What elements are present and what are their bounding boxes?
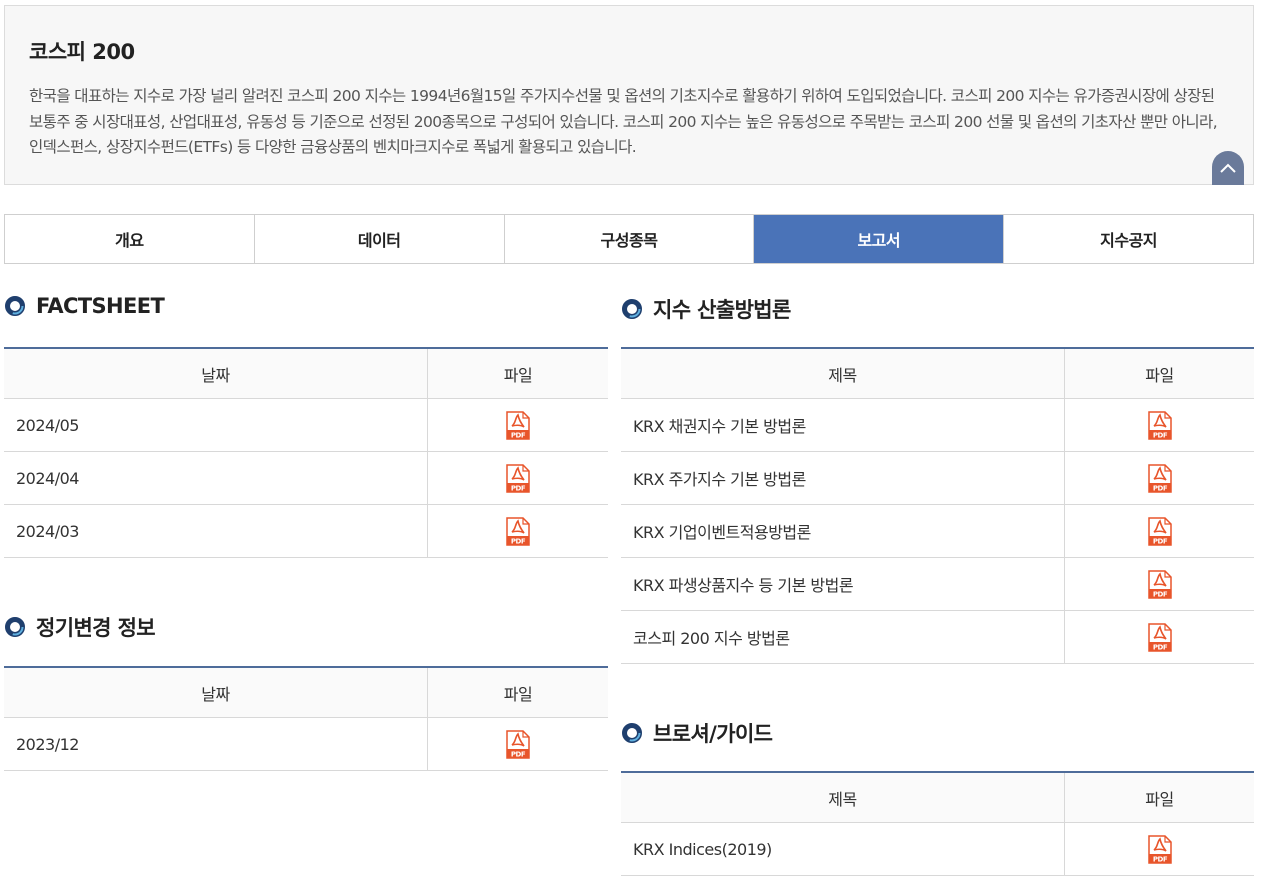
index-description: 한국을 대표하는 지수로 가장 널리 알려진 코스피 200 지수는 1994년… [29,87,1218,156]
section-title-text: 브로셔/가이드 [653,722,773,746]
table-row: KRX 주가지수 기본 방법론 PDF [621,452,1254,505]
regular-change-table: 날짜 파일 2023/12 PDF [4,666,608,771]
table-row: 코스피 200 지수 방법론 PDF [621,611,1254,664]
table-row: KRX 기업이벤트적용방법론 PDF [621,505,1254,558]
svg-text:PDF: PDF [511,750,526,758]
date-cell: 2024/03 [4,505,428,557]
title-cell: 코스피 200 지수 방법론 [621,611,1065,663]
index-intro-panel: 코스피 200 한국을 대표하는 지수로 가장 널리 알려진 코스피 200 지… [4,5,1254,185]
svg-text:PDF: PDF [1152,484,1167,492]
table-row: 2024/04 PDF [4,452,608,505]
methodology-table: 제목 파일 KRX 채권지수 기본 방법론 PDF KRX 주가지수 기본 방법… [621,347,1254,664]
column-header-title: 제목 [621,349,1065,398]
tab-reports[interactable]: 보고서 [754,215,1005,263]
chevron-up-icon [1220,163,1236,173]
pdf-icon[interactable]: PDF [506,410,530,440]
title-cell: KRX 기업이벤트적용방법론 [621,505,1065,557]
svg-text:PDF: PDF [1152,537,1167,545]
tab-overview[interactable]: 개요 [5,215,255,263]
pdf-icon[interactable]: PDF [1147,410,1172,440]
tab-notices[interactable]: 지수공지 [1004,215,1253,263]
svg-text:PDF: PDF [511,484,526,492]
table-row: KRX 채권지수 기본 방법론 PDF [621,399,1254,452]
pdf-icon[interactable]: PDF [1147,516,1172,546]
tab-data[interactable]: 데이터 [254,215,505,263]
index-title: 코스피 200 [29,40,135,64]
factsheet-table: 날짜 파일 2024/05 PDF 2024/04 PDF 2024/03 PD… [4,347,608,558]
column-header-date: 날짜 [4,668,428,717]
title-cell: KRX 채권지수 기본 방법론 [621,399,1065,451]
ring-bullet-icon [622,723,642,743]
pdf-icon[interactable]: PDF [506,463,530,493]
pdf-icon[interactable]: PDF [506,729,530,759]
ring-bullet-icon [5,617,25,637]
svg-text:PDF: PDF [1152,643,1167,651]
svg-text:PDF: PDF [1152,590,1167,598]
brochure-section-title: 브로셔/가이드 [621,718,773,748]
column-header-file: 파일 [503,365,533,385]
regular-change-section-title: 정기변경 정보 [4,612,156,642]
ring-bullet-icon [5,296,25,316]
table-header-row: 날짜 파일 [4,668,608,718]
svg-text:PDF: PDF [511,537,526,545]
date-cell: 2024/05 [4,399,428,451]
column-header-title: 제목 [621,773,1065,822]
table-row: KRX 파생상품지수 등 기본 방법론 PDF [621,558,1254,611]
pdf-icon[interactable]: PDF [1147,622,1172,652]
factsheet-section-title: FACTSHEET [4,294,165,318]
column-header-file: 파일 [1145,789,1174,809]
table-row: 2024/03 PDF [4,505,608,558]
pdf-icon[interactable]: PDF [1147,463,1172,493]
pdf-icon[interactable]: PDF [1147,834,1172,864]
table-header-row: 제목 파일 [621,349,1254,399]
methodology-section-title: 지수 산출방법론 [621,294,791,324]
svg-text:PDF: PDF [1152,431,1167,439]
brochure-table: 제목 파일 KRX Indices(2019) PDF [621,771,1254,876]
pdf-icon[interactable]: PDF [506,516,530,546]
date-cell: 2024/04 [4,452,428,504]
tab-bar: 개요 데이터 구성종목 보고서 지수공지 [4,214,1254,264]
ring-bullet-icon [622,299,642,319]
section-title-text: 정기변경 정보 [36,616,156,640]
section-title-text: 지수 산출방법론 [653,298,791,322]
title-cell: KRX 주가지수 기본 방법론 [621,452,1065,504]
table-row: 2024/05 PDF [4,399,608,452]
column-header-date: 날짜 [4,349,428,398]
tab-constituents[interactable]: 구성종목 [504,215,755,263]
table-row: 2023/12 PDF [4,718,608,771]
collapse-button[interactable] [1212,151,1244,185]
title-cell: KRX 파생상품지수 등 기본 방법론 [621,558,1065,610]
section-title-text: FACTSHEET [36,294,165,318]
svg-text:PDF: PDF [1152,855,1167,863]
pdf-icon[interactable]: PDF [1147,569,1172,599]
column-header-file: 파일 [1145,365,1174,385]
table-row: KRX Indices(2019) PDF [621,823,1254,876]
title-cell: KRX Indices(2019) [621,823,1065,875]
table-header-row: 날짜 파일 [4,349,608,399]
date-cell: 2023/12 [4,718,428,770]
table-header-row: 제목 파일 [621,773,1254,823]
svg-text:PDF: PDF [511,431,526,439]
column-header-file: 파일 [503,684,533,704]
